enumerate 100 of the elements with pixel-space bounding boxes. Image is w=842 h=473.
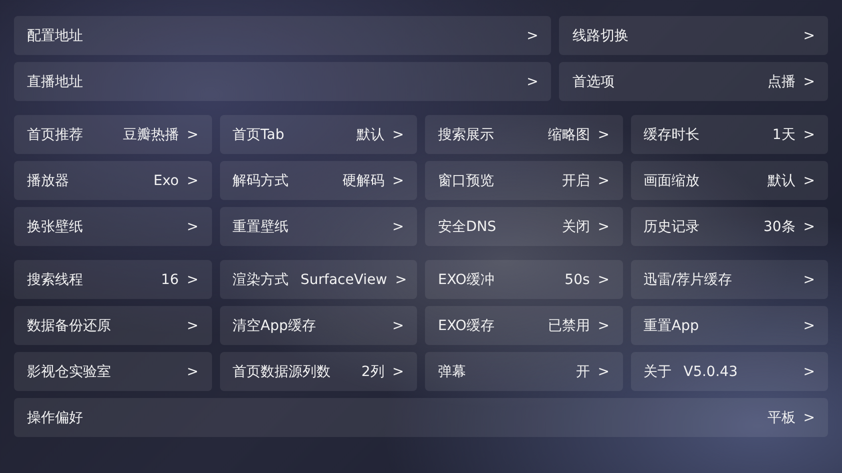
setting-label: 换张壁纸 (27, 218, 83, 236)
setting-label: 弹幕 (438, 362, 466, 380)
setting-label: 搜索线程 (27, 270, 83, 288)
setting-label: 播放器 (27, 172, 69, 190)
settings-item[interactable]: 渲染方式 SurfaceView > (220, 260, 417, 299)
settings-item[interactable]: 首选项 点播 > (559, 62, 828, 101)
setting-value: Exo (154, 172, 179, 188)
setting-value: 点播 (767, 72, 796, 90)
chevron: > (526, 28, 538, 44)
chevron: > (803, 272, 815, 288)
setting-label: 数据备份还原 (27, 316, 111, 334)
setting-label: 影视仓实验室 (27, 362, 111, 380)
settings-item[interactable]: 首页数据源列数 2列 > (220, 352, 417, 391)
setting-value: 1天 (772, 126, 796, 144)
settings-item[interactable]: 画面缩放 默认 > (630, 161, 828, 200)
setting-value: 平板 (767, 408, 796, 426)
setting-label: 重置壁纸 (232, 218, 288, 236)
settings-item[interactable]: 清空App缓存 > (220, 306, 417, 345)
settings-item[interactable]: 操作偏好 平板 > (14, 398, 828, 437)
setting-value: 开启 (562, 172, 590, 190)
chevron: > (803, 364, 815, 380)
setting-value: 默认 (356, 126, 384, 144)
settings-item[interactable]: 首页Tab 默认 > (220, 115, 417, 154)
chevron: > (803, 28, 815, 44)
setting-value: 豆瓣热播 (122, 126, 179, 144)
chevron: > (598, 272, 610, 288)
setting-label: 历史记录 (644, 218, 700, 236)
chevron: > (803, 410, 815, 426)
chevron: > (598, 318, 610, 334)
chevron: > (186, 272, 198, 288)
setting-label: 画面缩放 (644, 172, 700, 190)
settings-item[interactable]: 关于 V5.0.43 > (630, 352, 828, 391)
settings-item[interactable]: 搜索线程 16 > (14, 260, 212, 299)
chevron: > (803, 74, 815, 90)
settings-item[interactable]: 数据备份还原 > (14, 306, 212, 345)
settings-item[interactable]: 线路切换 > (559, 16, 828, 55)
settings-item[interactable]: 迅雷/荐片缓存 > (630, 260, 828, 299)
setting-value: 16 (160, 272, 179, 288)
chevron: > (392, 318, 404, 334)
chevron: > (392, 218, 404, 234)
setting-value: 开 (576, 362, 590, 380)
chevron: > (186, 218, 198, 234)
settings-item[interactable]: 弹幕 开 > (425, 352, 622, 391)
settings-item[interactable]: 搜索展示 缩略图 > (425, 115, 622, 154)
settings-item[interactable]: 配置地址 > (14, 16, 552, 55)
chevron: > (186, 126, 198, 142)
chevron: > (186, 364, 198, 380)
setting-label: 重置App (644, 316, 699, 334)
chevron: > (598, 172, 610, 188)
settings-item[interactable]: 换张壁纸 > (14, 207, 212, 246)
setting-label: 关于 (644, 362, 672, 380)
settings-item[interactable]: 直播地址 > (14, 62, 552, 101)
chevron: > (803, 218, 815, 234)
settings-item[interactable]: 重置壁纸 > (220, 207, 417, 246)
setting-label: 缓存时长 (644, 126, 700, 144)
setting-label: 直播地址 (27, 72, 83, 90)
setting-value: 默认 (767, 172, 796, 190)
setting-label: 安全DNS (438, 218, 496, 236)
setting-value: 2列 (361, 362, 384, 380)
setting-label: 线路切换 (572, 26, 628, 44)
setting-value: 关闭 (562, 218, 590, 236)
setting-label: 清空App缓存 (232, 316, 316, 334)
setting-label: EXO缓存 (438, 316, 495, 334)
setting-detail: V5.0.43 (684, 364, 738, 380)
setting-label: 配置地址 (27, 26, 83, 44)
setting-value: 50s (564, 272, 590, 288)
setting-value: 缩略图 (548, 126, 590, 144)
settings-item[interactable]: 缓存时长 1天 > (630, 115, 828, 154)
chevron: > (526, 74, 538, 90)
chevron: > (186, 172, 198, 188)
chevron: > (598, 218, 610, 234)
settings-item[interactable]: EXO缓冲 50s > (425, 260, 622, 299)
settings-item[interactable]: 解码方式 硬解码 > (220, 161, 417, 200)
settings-item[interactable]: EXO缓存 已禁用 > (425, 306, 622, 345)
chevron: > (803, 172, 815, 188)
chevron: > (803, 126, 815, 142)
settings-item[interactable]: 窗口预览 开启 > (425, 161, 622, 200)
settings-item[interactable]: 安全DNS 关闭 > (425, 207, 622, 246)
setting-label: 首页数据源列数 (232, 362, 330, 380)
chevron: > (392, 364, 404, 380)
setting-label: 操作偏好 (27, 408, 83, 426)
setting-label: 搜索展示 (438, 126, 494, 144)
settings-item[interactable]: 影视仓实验室 > (14, 352, 212, 391)
chevron: > (598, 364, 610, 380)
chevron: > (395, 272, 407, 288)
chevron: > (186, 318, 198, 334)
setting-label: 解码方式 (232, 172, 288, 190)
setting-label: 首选项 (572, 72, 614, 90)
setting-value: 30条 (763, 218, 796, 236)
setting-label: 迅雷/荐片缓存 (644, 270, 732, 288)
setting-label: 首页Tab (232, 126, 284, 144)
settings-item[interactable]: 首页推荐 豆瓣热播 > (14, 115, 212, 154)
setting-label: 首页推荐 (27, 126, 83, 144)
settings-item[interactable]: 重置App > (630, 306, 828, 345)
settings-item[interactable]: 历史记录 30条 > (630, 207, 828, 246)
chevron: > (392, 172, 404, 188)
chevron: > (598, 126, 610, 142)
settings-item[interactable]: 播放器 Exo > (14, 161, 212, 200)
setting-label: EXO缓冲 (438, 270, 495, 288)
setting-label: 窗口预览 (438, 172, 494, 190)
